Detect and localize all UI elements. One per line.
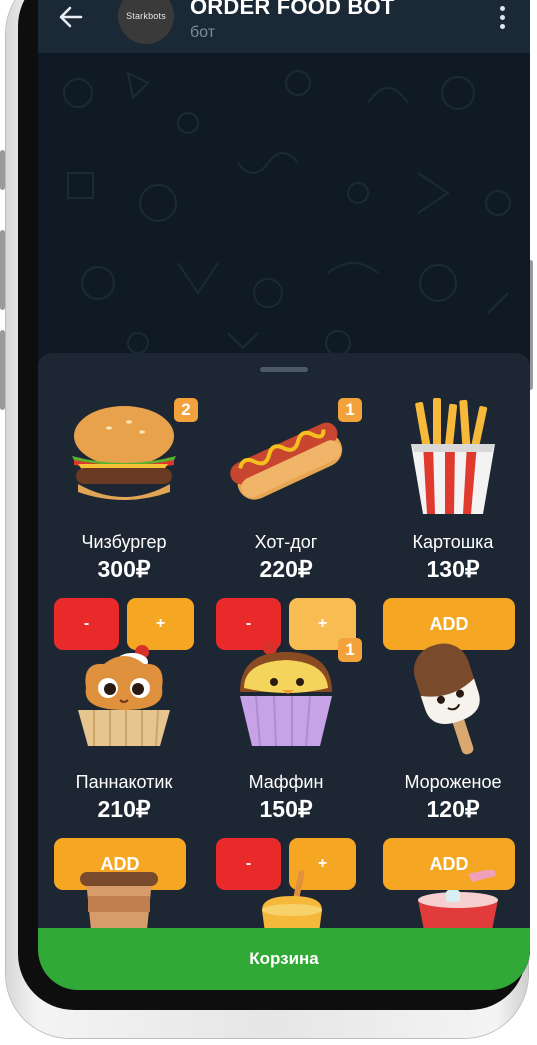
back-arrow-icon[interactable] xyxy=(56,2,86,32)
menu-item-muffin: 1 Маффин 150₽ - + xyxy=(216,638,362,890)
menu-item-hotdog: 1 Хот-дог 220₽ - + xyxy=(216,398,362,650)
more-menu-icon[interactable] xyxy=(496,6,508,32)
item-name: Картошка xyxy=(412,532,494,552)
phone-bezel: Starkbots ORDER FOOD BOT бот 2 Чизбургер… xyxy=(18,0,530,1010)
phone-side-button xyxy=(0,330,5,410)
item-name: Чизбургер xyxy=(81,532,167,552)
cart-button[interactable]: Корзина xyxy=(38,928,530,990)
menu-item-cheeseburger: 2 Чизбургер 300₽ - + xyxy=(54,398,198,650)
item-price: 210₽ xyxy=(97,796,151,822)
item-name: Паннакотик xyxy=(75,772,173,792)
chat-header: Starkbots ORDER FOOD BOT бот xyxy=(38,0,530,53)
avatar-text: Starkbots xyxy=(126,11,166,21)
quantity-badge: 1 xyxy=(338,398,362,422)
avatar[interactable]: Starkbots xyxy=(118,0,174,44)
item-price: 150₽ xyxy=(259,796,313,822)
fries-icon xyxy=(411,398,495,514)
item-name: Мороженое xyxy=(404,772,502,792)
item-price: 220₽ xyxy=(259,556,313,582)
cheeseburger-icon xyxy=(72,406,176,500)
ice-cream-icon xyxy=(413,643,480,755)
muffin-icon xyxy=(240,641,332,747)
item-price: 300₽ xyxy=(97,556,151,582)
item-price: 120₽ xyxy=(426,796,480,822)
item-name: Маффин xyxy=(248,772,324,792)
chat-wallpaper xyxy=(38,53,530,363)
menu-item-pannacotta: Паннакотик 210₽ ADD xyxy=(54,638,194,890)
sheet-handle[interactable] xyxy=(260,367,308,372)
quantity-badge: 2 xyxy=(174,398,198,422)
phone-screen: Starkbots ORDER FOOD BOT бот 2 Чизбургер… xyxy=(38,0,530,990)
chat-subtitle: бот xyxy=(190,24,216,41)
phone-frame: Starkbots ORDER FOOD BOT бот 2 Чизбургер… xyxy=(0,0,533,1038)
item-name: Хот-дог xyxy=(254,532,318,552)
menu-item-fries: Картошка 130₽ ADD xyxy=(383,398,523,650)
pannacotta-icon xyxy=(78,645,170,747)
quantity-badge: 1 xyxy=(338,638,362,662)
wallpaper-pattern xyxy=(63,70,511,356)
item-price: 130₽ xyxy=(426,556,480,582)
chat-title: ORDER FOOD BOT xyxy=(190,0,395,19)
menu-item-ice-cream: Мороженое 120₽ ADD xyxy=(383,638,523,890)
hotdog-icon xyxy=(230,422,343,500)
phone-side-button xyxy=(0,150,5,190)
phone-side-button xyxy=(0,230,5,310)
